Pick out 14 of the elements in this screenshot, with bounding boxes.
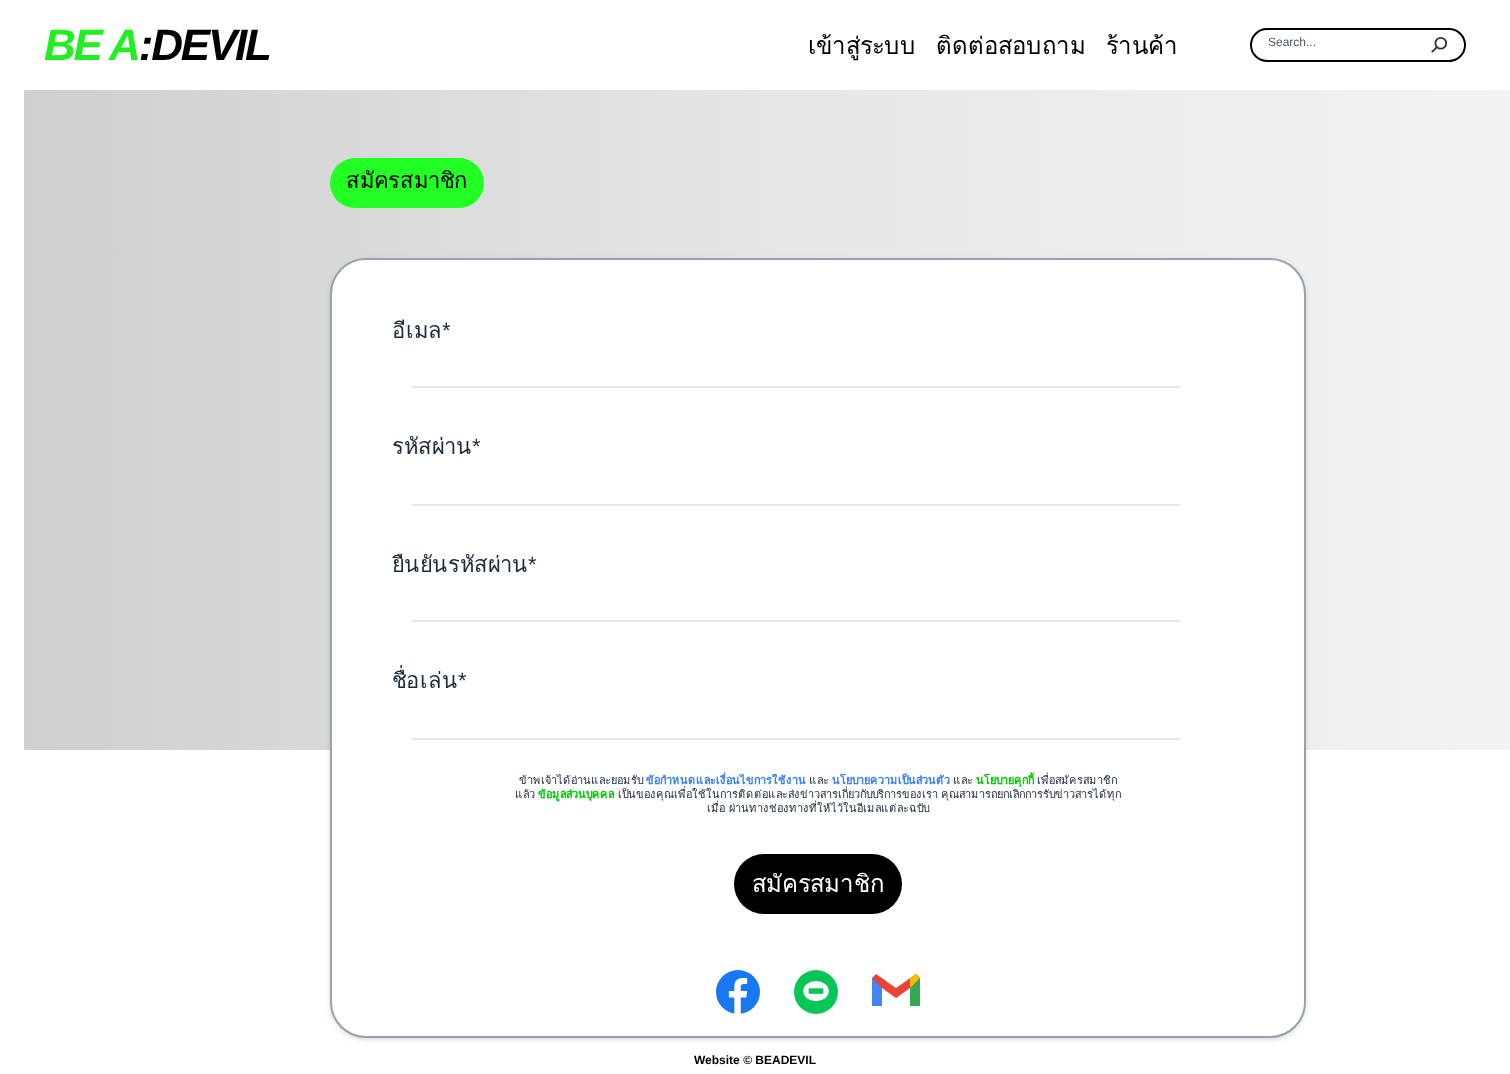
field-label: รหัสผ่าน* bbox=[392, 434, 483, 464]
field-label: ชื่อเล่น* bbox=[392, 666, 1244, 699]
search-icon[interactable] bbox=[1430, 36, 1448, 54]
chat-bubble-icon[interactable] bbox=[794, 969, 838, 1013]
facebook-icon[interactable] bbox=[716, 969, 760, 1013]
nav-link[interactable]: ร้านค้า bbox=[1106, 27, 1178, 63]
field-label: อีเมล* bbox=[392, 317, 453, 347]
nav-link[interactable]: ติดต่อสอบถาม bbox=[936, 27, 1086, 63]
nav-link[interactable]: เข้าสู่ระบบ bbox=[808, 27, 916, 63]
page-title: สมัครสมาชิก bbox=[330, 158, 484, 207]
logo[interactable]: BE A:DEVIL bbox=[44, 12, 684, 78]
signup-button[interactable]: สมัครสมาชิก bbox=[734, 853, 902, 913]
field-label: ยืนยันรหัสผ่าน* bbox=[392, 551, 539, 581]
mail-icon[interactable] bbox=[872, 969, 920, 1009]
